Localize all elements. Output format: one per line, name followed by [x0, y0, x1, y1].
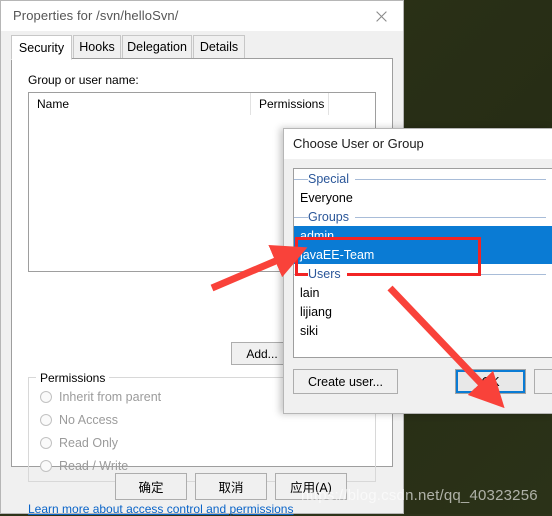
user-group-list[interactable]: Special Everyone Groups admin javaEE-Tea… — [293, 168, 552, 358]
list-group-header-special-label: Special — [308, 171, 355, 186]
permissions-groupbox-legend: Permissions — [36, 371, 110, 385]
column-header-permissions[interactable]: Permissions — [251, 93, 329, 115]
choose-user-or-group-dialog: Choose User or Group Special Everyone Gr… — [283, 128, 552, 414]
tab-security-label: Security — [18, 40, 65, 55]
apply-button[interactable]: 应用(A) — [275, 473, 347, 500]
list-group-header-groups-label: Groups — [308, 209, 355, 224]
cancel-button[interactable]: 取消 — [195, 473, 267, 500]
radio-read-only-label: Read Only — [59, 436, 119, 450]
radio-read-only[interactable]: Read Only — [40, 436, 118, 450]
listview-header: Name Permissions — [29, 93, 375, 116]
choose-dialog-title: Choose User or Group — [293, 136, 424, 151]
choose-ok-button[interactable]: OK — [455, 369, 526, 394]
list-item-everyone[interactable]: Everyone — [294, 188, 552, 207]
tab-delegation[interactable]: Delegation — [122, 35, 192, 59]
list-item-label: lain — [300, 285, 320, 300]
create-user-button[interactable]: Create user... — [293, 369, 398, 394]
tab-hooks-label: Hooks — [79, 40, 115, 54]
tab-details-label: Details — [199, 40, 239, 54]
tabstrip: Security Hooks Delegation Details — [11, 35, 393, 60]
list-item-javaee-team[interactable]: javaEE-Team — [294, 245, 552, 264]
radio-no-access-label: No Access — [59, 413, 119, 427]
tab-hooks[interactable]: Hooks — [73, 35, 121, 59]
radio-read-write[interactable]: Read / Write — [40, 459, 128, 473]
list-item-label: siki — [300, 323, 319, 338]
choose-dialog-titlebar: Choose User or Group — [284, 129, 552, 159]
choose-dialog-body: Special Everyone Groups admin javaEE-Tea… — [284, 159, 552, 413]
radio-read-write-label: Read / Write — [59, 459, 129, 473]
list-item-lijiang[interactable]: lijiang — [294, 302, 552, 321]
radio-dot-icon — [40, 414, 52, 426]
list-item-label: lijiang — [300, 304, 332, 319]
properties-titlebar: Properties for /svn/helloSvn/ — [1, 1, 403, 32]
list-item-label: javaEE-Team — [300, 247, 375, 262]
list-group-header-users-label: Users — [308, 266, 347, 281]
radio-dot-icon — [40, 437, 52, 449]
tab-security[interactable]: Security — [11, 35, 72, 60]
tab-details[interactable]: Details — [193, 35, 245, 59]
column-header-name[interactable]: Name — [29, 93, 251, 115]
list-group-header-special: Special — [294, 169, 552, 188]
list-item-admin[interactable]: admin — [294, 226, 552, 245]
radio-inherit-from-parent-label: Inherit from parent — [59, 390, 162, 404]
radio-inherit-from-parent[interactable]: Inherit from parent — [40, 390, 161, 404]
list-group-header-users: Users — [294, 264, 552, 283]
list-item-label: Everyone — [300, 190, 353, 205]
column-header-extra[interactable] — [329, 93, 375, 115]
radio-no-access[interactable]: No Access — [40, 413, 118, 427]
ok-button[interactable]: 确定 — [115, 473, 187, 500]
tab-delegation-label: Delegation — [127, 40, 187, 54]
list-item-lain[interactable]: lain — [294, 283, 552, 302]
dialog-button-bar: 确定 取消 应用(A) — [11, 473, 393, 505]
list-item-siki[interactable]: siki — [294, 321, 552, 340]
page-title: Properties for /svn/helloSvn/ — [13, 8, 179, 23]
radio-dot-icon — [40, 391, 52, 403]
list-group-header-groups: Groups — [294, 207, 552, 226]
choose-cancel-button[interactable] — [534, 369, 552, 394]
close-icon[interactable] — [359, 1, 403, 31]
radio-dot-icon — [40, 460, 52, 472]
list-item-label: admin — [300, 228, 335, 243]
group-or-user-name-label: Group or user name: — [28, 73, 139, 87]
